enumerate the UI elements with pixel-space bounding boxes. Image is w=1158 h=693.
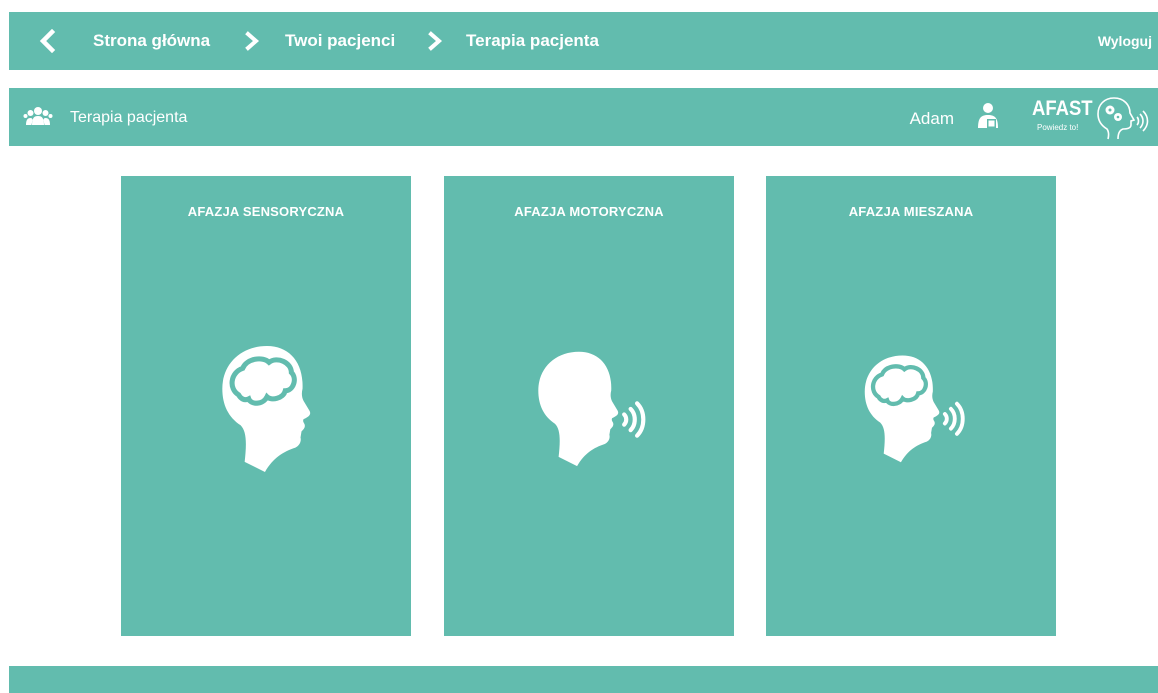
card-title: AFAZJA MOTORYCZNA [514,204,664,219]
footer-bar [9,666,1158,693]
card-mixed-aphasia[interactable]: AFAZJA MIESZANA [766,176,1056,636]
sub-header: Terapia pacjenta Adam AFAST Powiedz to! [9,88,1158,146]
card-motor-aphasia[interactable]: AFAZJA MOTORYCZNA [444,176,734,636]
afast-logo: AFAST Powiedz to! [1029,95,1153,141]
head-speaking-icon [538,351,646,467]
head-brain-speaking-icon [864,355,965,463]
head-brain-icon [222,346,311,472]
group-icon [23,107,53,125]
card-title: AFAZJA MIESZANA [848,204,974,219]
logout-button[interactable]: Wyloguj [1098,12,1152,70]
breadcrumb-current[interactable]: Terapia pacjenta [466,12,599,70]
breadcrumb-patients[interactable]: Twoi pacjenci [285,12,395,70]
logo-title: AFAST [1032,97,1093,120]
card-title: AFAZJA SENSORYCZNA [187,204,345,219]
breadcrumb-home[interactable]: Strona główna [93,12,210,70]
head-gears-icon [1097,97,1149,140]
logo-subtitle: Powiedz to! [1037,123,1079,132]
chevron-left-icon[interactable] [37,29,59,53]
user-name: Adam [909,109,954,128]
card-sensory-aphasia[interactable]: AFAZJA SENSORYCZNA [121,176,411,636]
chevron-right-icon [245,31,260,51]
top-navigation-bar: Strona główna Twoi pacjenci Terapia pacj… [9,12,1158,70]
chevron-right-icon [428,31,443,51]
page-title: Terapia pacjenta [70,109,188,126]
user-icon[interactable] [975,102,1001,132]
